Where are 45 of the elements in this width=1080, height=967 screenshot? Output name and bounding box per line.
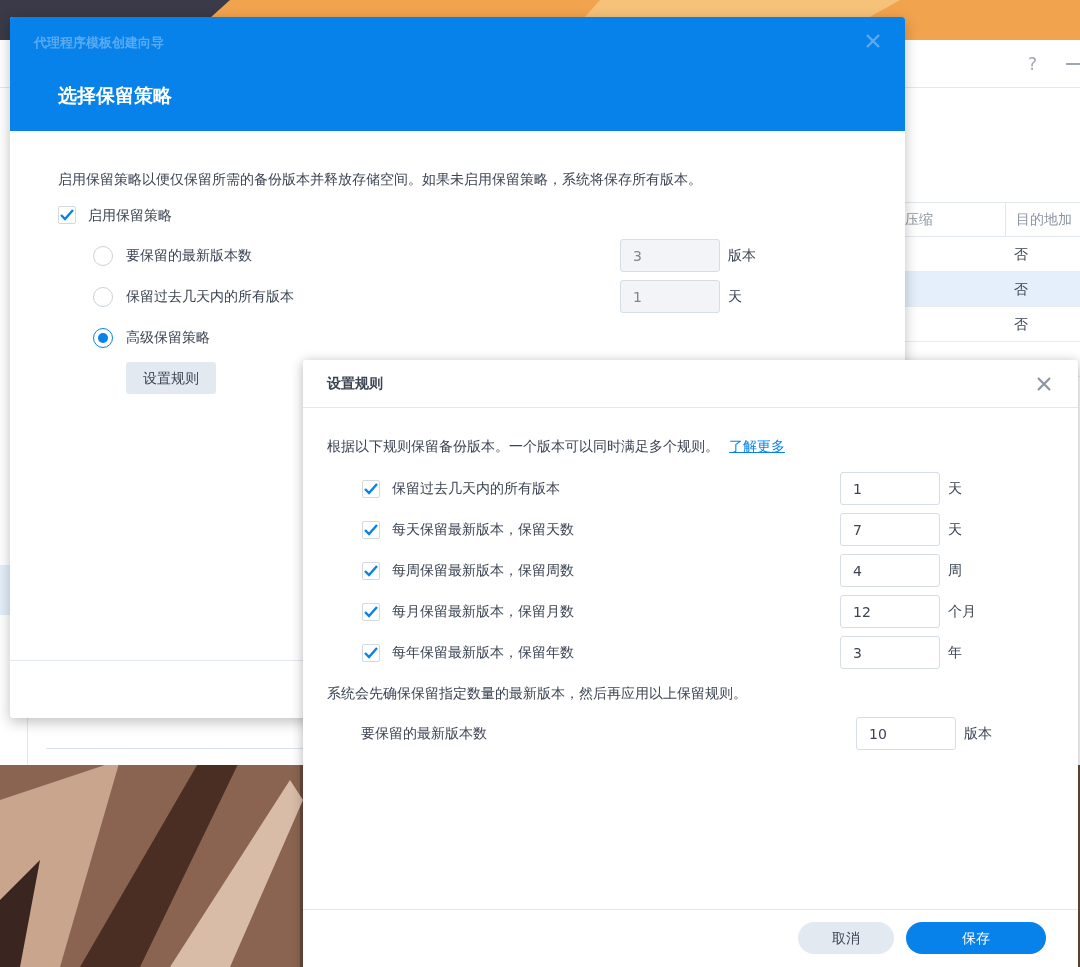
save-button[interactable]: 保存 (906, 922, 1046, 954)
radio-label: 要保留的最新版本数 (126, 246, 253, 265)
checkbox[interactable] (58, 206, 76, 224)
window-title: 代理程序模板创建向导 (34, 34, 164, 52)
input-field[interactable]: 4 (840, 554, 940, 587)
checkbox-label: 保留过去几天内的所有版本 (392, 479, 561, 498)
radio-button[interactable] (93, 327, 113, 348)
learn-more-link[interactable]: 了解更多 (729, 435, 785, 457)
table-cell-text: 否 (1014, 314, 1028, 334)
radio-label: 保留过去几天内的所有版本 (126, 287, 295, 306)
checkbox-label: 每年保留最新版本，保留年数 (392, 643, 575, 662)
unit-label: 个月 (948, 602, 976, 621)
note-text: 系统会先确保保留指定数量的最新版本，然后再应用以上保留规则。 (327, 683, 748, 703)
settings-button[interactable]: 设置规则 (126, 362, 216, 394)
field-label: 要保留的最新版本数 (361, 724, 488, 743)
checkbox[interactable] (362, 561, 380, 580)
intro-text: 根据以下规则保留备份版本。一个版本可以同时满足多个规则。 (327, 436, 719, 456)
step-heading: 选择保留策略 (58, 83, 172, 108)
unit-label: 版本 (964, 724, 992, 743)
input-field[interactable]: 3 (840, 636, 940, 669)
input-field[interactable]: 1 (840, 472, 940, 505)
dialog-title: 设置规则 (327, 374, 383, 393)
checkbox[interactable] (362, 643, 380, 662)
unit-label: 天 (948, 520, 962, 539)
checkbox[interactable] (362, 520, 380, 539)
checkbox-label: 每周保留最新版本，保留周数 (392, 561, 575, 580)
checkbox-label: 每月保留最新版本，保留月数 (392, 602, 575, 621)
checkbox[interactable] (362, 479, 380, 498)
table-cell-text: 否 (1014, 279, 1028, 299)
unit-label: 版本 (728, 246, 756, 265)
table-cell-text: 否 (1014, 244, 1028, 264)
description-text: 启用保留策略以便仅保留所需的备份版本并释放存储空间。如果未启用保留策略，系统将保存所有版本。 (58, 170, 703, 189)
unit-label: 周 (948, 561, 962, 580)
radio-label: 高级保留策略 (126, 328, 211, 347)
checkbox-label: 启用保留策略 (88, 205, 172, 225)
input-field[interactable]: 7 (840, 513, 940, 546)
cancel-button[interactable]: 取消 (798, 922, 894, 954)
unit-label: 年 (948, 643, 962, 662)
input-field[interactable]: 10 (856, 717, 956, 750)
input-field[interactable]: 12 (840, 595, 940, 628)
close-icon[interactable] (1037, 377, 1051, 391)
checkbox[interactable] (362, 602, 380, 621)
checkbox-label: 每天保留最新版本，保留天数 (392, 520, 575, 539)
unit-label: 天 (728, 287, 742, 306)
unit-label: 天 (948, 479, 962, 498)
